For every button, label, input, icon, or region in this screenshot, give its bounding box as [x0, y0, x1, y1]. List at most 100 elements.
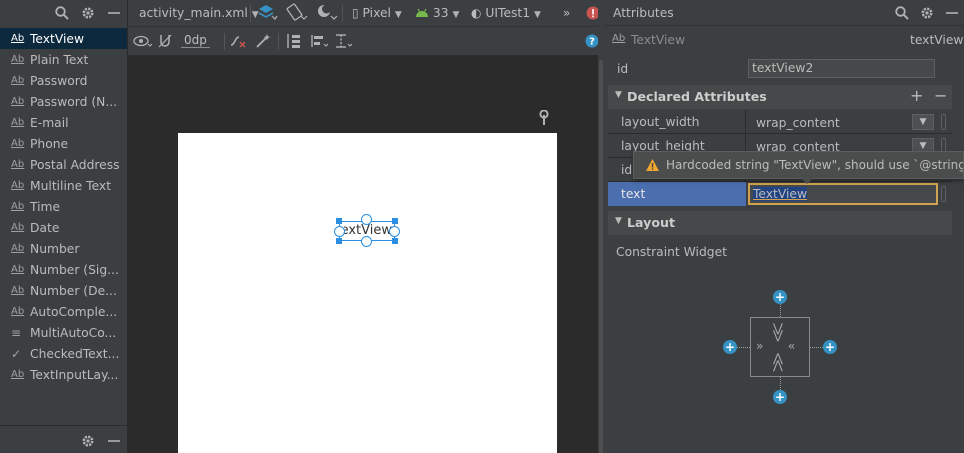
widget-type-icon: Ab: [11, 75, 25, 86]
attribute-row-divider: [608, 133, 952, 134]
remove-attribute-icon[interactable]: −: [934, 86, 947, 105]
attr-row-name: id: [621, 163, 633, 177]
widget-type-icon: Ab: [11, 243, 25, 254]
constraint-handle-bottom[interactable]: [361, 236, 372, 247]
resize-handle-top-right[interactable]: [392, 218, 398, 224]
widget-type-icon: Ab: [11, 201, 25, 212]
design-toolbar: activity_main.xml ▼ ▯ Pixel ▼ 33 ▼ ◐ UIT…: [128, 0, 604, 27]
minimize-icon[interactable]: [106, 5, 122, 21]
palette-item-label: Number (De...: [30, 283, 117, 298]
autoconnect-off-icon[interactable]: [157, 33, 173, 49]
toolbar-separator: [250, 5, 251, 22]
file-tab-dropdown[interactable]: activity_main.xml ▼: [139, 6, 259, 20]
palette-item-label: TextInputLay...: [30, 367, 119, 382]
layout-section-header[interactable]: ▼ Layout: [608, 211, 952, 235]
chevron-down-icon: ▼: [394, 10, 402, 20]
chevron-down-icon[interactable]: ▼: [912, 114, 934, 130]
palette-item[interactable]: Ab Date: [0, 217, 128, 238]
id-field[interactable]: textView2: [748, 59, 935, 78]
widget-type-icon: ✓: [11, 346, 22, 361]
palette-item[interactable]: Ab TextView: [0, 28, 128, 49]
constraint-handle-top[interactable]: [361, 214, 372, 225]
palette-item[interactable]: Ab Password (N...: [0, 91, 128, 112]
palette-item[interactable]: Ab AutoComple...: [0, 301, 128, 322]
gear-icon[interactable]: [919, 5, 935, 21]
layers-icon[interactable]: [258, 4, 278, 20]
resize-handle-bottom-right[interactable]: [392, 238, 398, 244]
minimize-icon[interactable]: [944, 5, 960, 21]
chevron-down-icon: ▼: [534, 10, 541, 20]
palette-item[interactable]: Ab E-mail: [0, 112, 128, 133]
palette-item[interactable]: Ab TextInputLay...: [0, 364, 128, 385]
search-icon[interactable]: [894, 5, 910, 21]
palette-item[interactable]: ≡ MultiAutoCo...: [0, 322, 128, 343]
attr-row-text-selected[interactable]: text: [608, 182, 746, 206]
palette-item[interactable]: Ab Phone: [0, 133, 128, 154]
palette-item[interactable]: Ab Number: [0, 238, 128, 259]
horizontal-size-right-icon[interactable]: «: [788, 339, 795, 353]
attr-options-handle[interactable]: [941, 114, 946, 130]
align-icon[interactable]: [310, 33, 330, 49]
layout-toolbar: 0dp ?: [128, 27, 604, 56]
widget-type-icon: Ab: [11, 138, 25, 149]
attr-row-name: layout_width: [621, 115, 700, 129]
resize-handle-top-left[interactable]: [336, 218, 342, 224]
horizontal-size-left-icon[interactable]: »: [756, 339, 763, 353]
add-constraint-left-icon[interactable]: +: [723, 340, 737, 354]
minimize-icon[interactable]: [106, 433, 122, 449]
guidelines-icon[interactable]: [334, 33, 354, 49]
palette-item[interactable]: Ab Postal Address: [0, 154, 128, 175]
declared-attributes-header[interactable]: ▼ Declared Attributes + −: [608, 85, 952, 109]
infer-constraints-icon[interactable]: [255, 33, 271, 49]
wrench-icon[interactable]: [538, 109, 550, 128]
device-dropdown[interactable]: ▯ Pixel ▼: [352, 6, 402, 20]
view-options-icon[interactable]: [133, 33, 153, 49]
night-mode-icon[interactable]: [316, 4, 338, 20]
widget-type-icon: Ab: [11, 369, 25, 380]
palette-item-label: Phone: [30, 136, 69, 151]
palette-item-label: E-mail: [30, 115, 69, 130]
palette-item-label: Time: [30, 199, 61, 214]
attr-row-value[interactable]: wrap_content: [756, 116, 840, 130]
toolbar-separator: [342, 5, 343, 22]
widget-type-icon: Ab: [11, 33, 25, 44]
api-level-dropdown[interactable]: 33 ▼: [415, 6, 459, 20]
add-constraint-top-icon[interactable]: +: [773, 290, 787, 304]
android-icon: [416, 8, 428, 17]
gear-icon[interactable]: [80, 5, 96, 21]
search-icon[interactable]: [54, 5, 70, 21]
pack-icon[interactable]: [286, 33, 302, 49]
add-attribute-icon[interactable]: +: [910, 86, 923, 105]
file-tab-label: activity_main.xml: [139, 6, 248, 20]
add-constraint-right-icon[interactable]: +: [823, 340, 837, 354]
palette-item[interactable]: Ab Number (Sig...: [0, 259, 128, 280]
clear-constraints-icon[interactable]: [230, 33, 246, 49]
palette-item[interactable]: Ab Time: [0, 196, 128, 217]
constraint-handle-right[interactable]: [389, 226, 400, 237]
palette-item[interactable]: Ab Multiline Text: [0, 175, 128, 196]
palette-item[interactable]: Ab Number (De...: [0, 280, 128, 301]
attr-options-handle[interactable]: [941, 186, 946, 202]
constraint-handle-left[interactable]: [334, 226, 345, 237]
device-screen[interactable]: [178, 133, 557, 453]
constraint-line-right: [810, 347, 823, 348]
text-value-field[interactable]: TextView: [748, 183, 938, 205]
add-constraint-bottom-icon[interactable]: +: [773, 390, 787, 404]
chevron-down-icon: ▼: [615, 90, 622, 100]
palette-item[interactable]: Ab Plain Text: [0, 49, 128, 70]
palette-item[interactable]: Ab Password: [0, 70, 128, 91]
resize-handle-bottom-left[interactable]: [336, 238, 342, 244]
orientation-icon[interactable]: [286, 3, 308, 21]
palette-item-label: Plain Text: [30, 52, 89, 67]
widget-type-icon: Ab: [11, 264, 25, 275]
theme-dropdown[interactable]: ◐ UITest1 ▼: [471, 6, 541, 20]
more-icon[interactable]: »: [563, 6, 570, 20]
gear-icon[interactable]: [80, 433, 96, 449]
palette-item-label: TextView: [30, 31, 85, 46]
default-margin-dropdown[interactable]: 0dp: [181, 34, 210, 48]
palette-item-label: Multiline Text: [30, 178, 112, 193]
canvas-scrollbar[interactable]: [599, 60, 603, 453]
component-tree-header: [0, 425, 128, 453]
palette-item[interactable]: ✓ CheckedText...: [0, 343, 128, 364]
widget-type-icon: Ab: [11, 180, 25, 191]
